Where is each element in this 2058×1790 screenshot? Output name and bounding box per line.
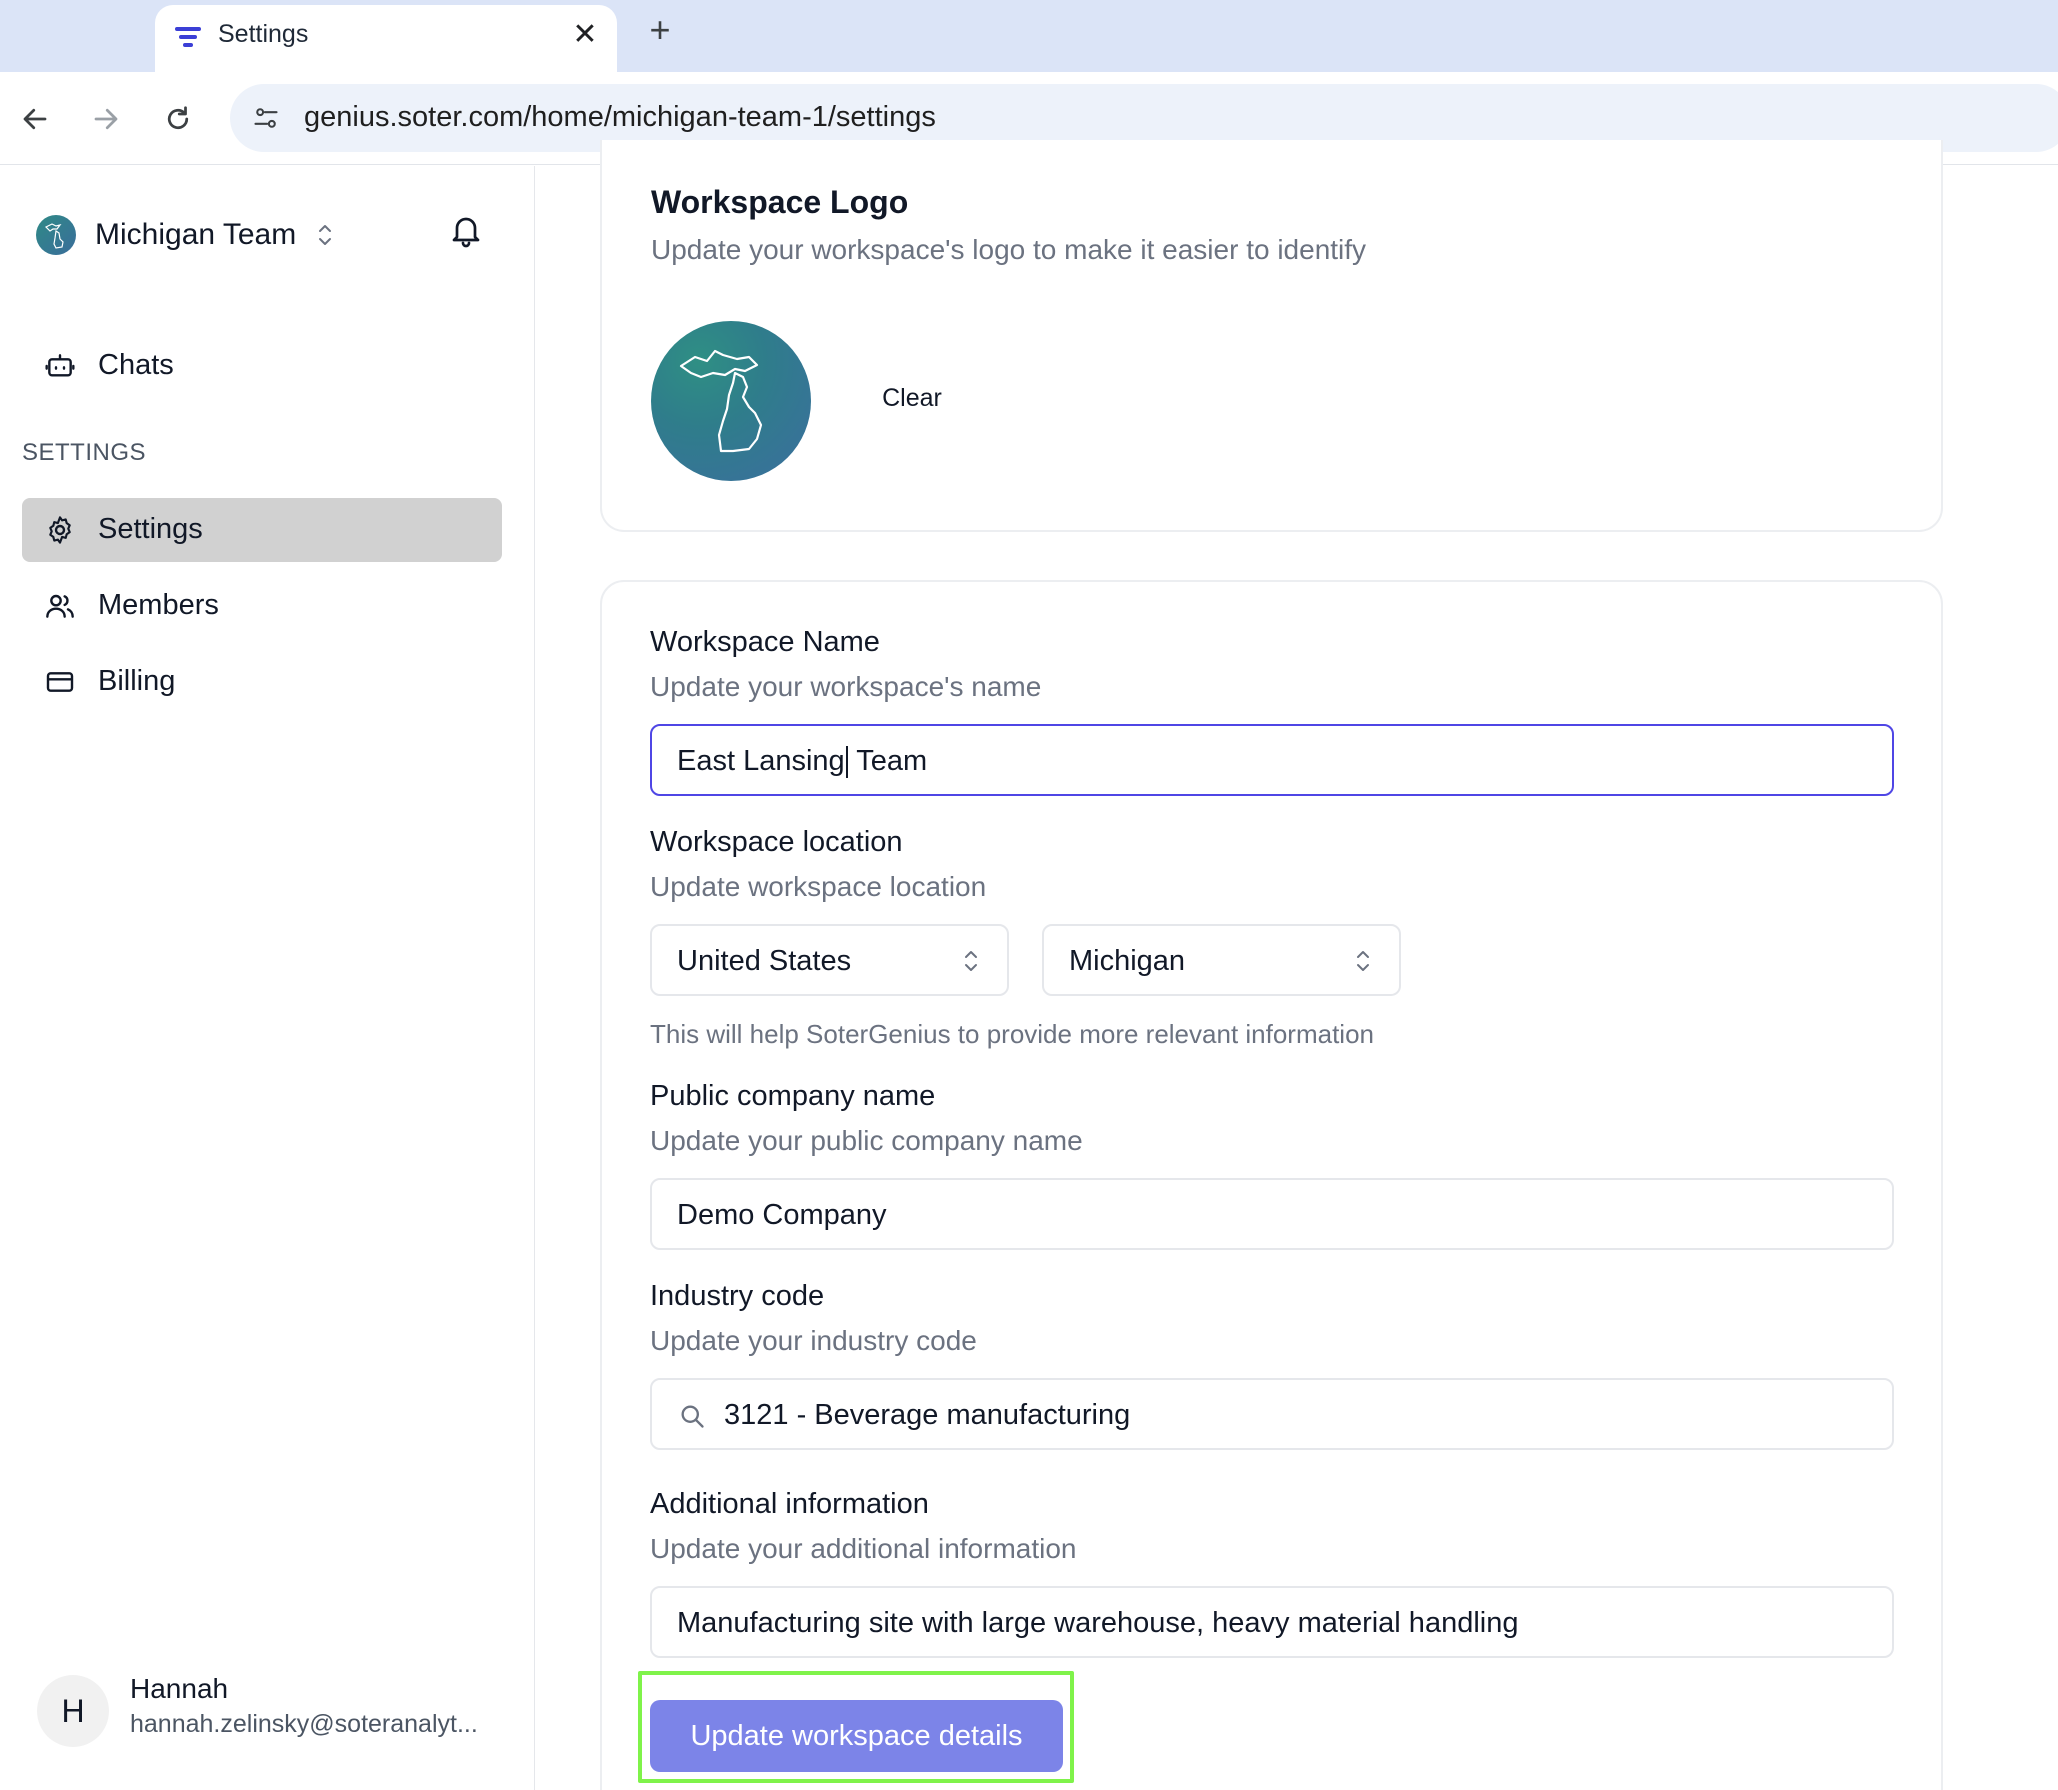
- additional-info-subtitle: Update your additional information: [650, 1533, 1077, 1564]
- credit-card-icon: [46, 672, 74, 692]
- chevron-up-down-icon: [965, 951, 977, 971]
- reload-icon[interactable]: [156, 97, 200, 141]
- new-tab-icon[interactable]: +: [640, 10, 680, 50]
- user-email: hannah.zelinsky@soteranalyt...: [130, 1710, 478, 1738]
- settings-section-label: SETTINGS: [22, 439, 147, 466]
- workspace-location-subtitle: Update workspace location: [650, 871, 987, 902]
- sidebar-item-label: Members: [98, 589, 219, 621]
- public-company-value: Demo Company: [677, 1199, 887, 1231]
- browser-tabstrip: Settings ✕ +: [0, 0, 2058, 73]
- url-text[interactable]: genius.soter.com/home/michigan-team-1/se…: [304, 101, 936, 134]
- michigan-map-icon: [679, 349, 763, 453]
- industry-code-value: 3121 - Beverage manufacturing: [724, 1399, 1131, 1431]
- sidebar: Michigan Team Chats SETTINGS Settings Me…: [0, 166, 535, 1790]
- industry-code-label: Industry code: [650, 1280, 825, 1312]
- tab-title: Settings: [218, 20, 309, 48]
- users-icon: [46, 594, 74, 618]
- sidebar-item-label: Settings: [98, 513, 203, 545]
- workspace-name: Michigan Team: [95, 218, 297, 251]
- bell-icon[interactable]: [448, 211, 484, 251]
- workspace-logo-subtitle: Update your workspace's logo to make it …: [651, 234, 1367, 265]
- chevron-up-down-icon: [1357, 951, 1369, 971]
- update-workspace-details-button[interactable]: Update workspace details: [650, 1700, 1063, 1772]
- location-helper-text: This will help SoterGenius to provide mo…: [650, 1019, 1375, 1049]
- gear-icon: [49, 516, 71, 544]
- country-select[interactable]: United States: [650, 924, 1009, 996]
- workspace-name-label: Workspace Name: [650, 626, 880, 658]
- close-tab-icon[interactable]: ✕: [567, 17, 603, 53]
- state-select[interactable]: Michigan: [1042, 924, 1401, 996]
- sidebar-item-label: Chats: [98, 349, 174, 381]
- state-value: Michigan: [1069, 945, 1186, 977]
- site-info-icon[interactable]: [246, 98, 286, 138]
- workspace-details-card: Workspace Name Update your workspace's n…: [600, 580, 1943, 1790]
- bot-icon: [45, 354, 75, 377]
- soter-favicon-icon: [175, 27, 201, 47]
- public-company-input[interactable]: Demo Company: [650, 1178, 1894, 1250]
- workspace-name-value: East Lansing Team: [677, 745, 928, 779]
- sidebar-item-members[interactable]: Members: [22, 574, 502, 638]
- sidebar-item-label: Billing: [98, 665, 176, 697]
- user-profile[interactable]: H Hannah hannah.zelinsky@soteranalyt...: [37, 1671, 507, 1751]
- sidebar-item-chats[interactable]: Chats: [22, 334, 502, 398]
- workspace-name-subtitle: Update your workspace's name: [650, 671, 1042, 702]
- industry-code-subtitle: Update your industry code: [650, 1325, 977, 1356]
- forward-icon[interactable]: [84, 97, 128, 141]
- user-name: Hannah: [130, 1673, 229, 1704]
- public-company-label: Public company name: [650, 1080, 936, 1112]
- country-value: United States: [677, 945, 852, 977]
- workspace-location-label: Workspace location: [650, 826, 903, 858]
- industry-code-search-input[interactable]: 3121 - Beverage manufacturing: [650, 1378, 1894, 1450]
- workspace-logo-card: Workspace Logo Update your workspace's l…: [600, 140, 1943, 532]
- workspace-logo-title: Workspace Logo: [651, 184, 909, 220]
- sidebar-item-billing[interactable]: Billing: [22, 650, 502, 714]
- clear-logo-button[interactable]: Clear: [852, 368, 972, 428]
- search-icon: [681, 1405, 704, 1428]
- workspace-logo-image[interactable]: [651, 321, 811, 481]
- browser-tab[interactable]: Settings ✕: [155, 5, 617, 73]
- avatar: H: [37, 1675, 109, 1747]
- public-company-subtitle: Update your public company name: [650, 1125, 1083, 1156]
- back-icon[interactable]: [13, 97, 57, 141]
- text-caret: [845, 746, 848, 779]
- chevron-up-down-icon: [319, 225, 332, 245]
- additional-info-value: Manufacturing site with large warehouse,…: [677, 1607, 1519, 1639]
- workspace-switcher[interactable]: Michigan Team: [36, 210, 334, 260]
- additional-info-label: Additional information: [650, 1488, 929, 1520]
- workspace-avatar: [36, 215, 76, 255]
- sidebar-item-settings[interactable]: Settings: [22, 498, 502, 562]
- additional-info-input[interactable]: Manufacturing site with large warehouse,…: [650, 1586, 1894, 1658]
- workspace-name-input[interactable]: East Lansing Team: [650, 724, 1894, 796]
